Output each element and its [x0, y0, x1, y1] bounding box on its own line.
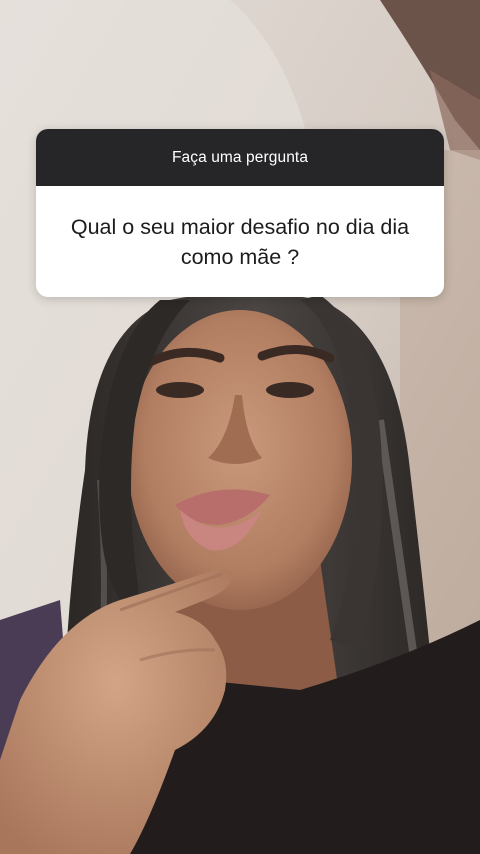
question-sticker-prompt: Faça uma pergunta [171, 148, 309, 166]
question-sticker-question: Qual o seu maior desafio no dia dia como… [70, 214, 410, 269]
question-sticker-body: Qual o seu maior desafio no dia dia como… [36, 186, 444, 297]
question-sticker-header: Faça uma pergunta [36, 129, 444, 186]
question-sticker[interactable]: Faça uma pergunta Qual o seu maior desaf… [36, 129, 444, 297]
